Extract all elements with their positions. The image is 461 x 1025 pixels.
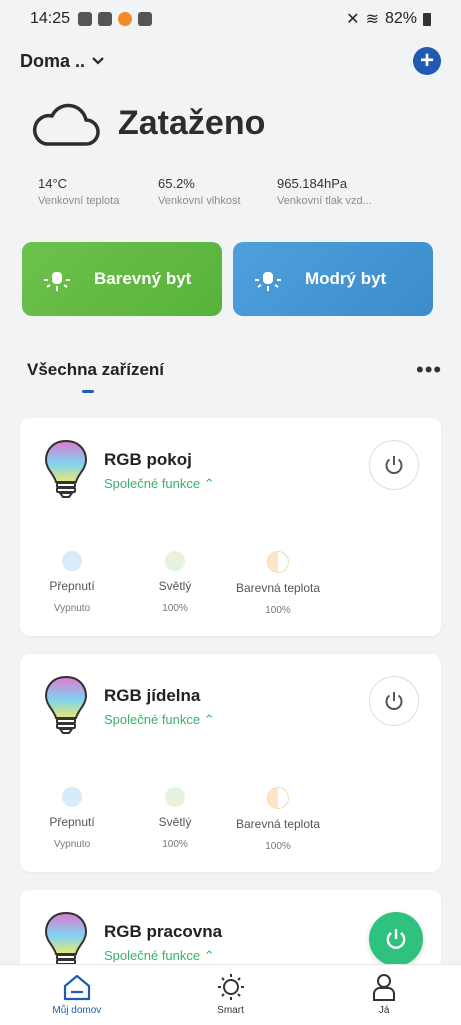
common-functions-toggle[interactable]: Společné funkce ⌃ <box>104 948 215 964</box>
home-name: Doma .. <box>20 50 86 71</box>
outdoor-temperature: 14°C Venkovní teplota <box>38 176 119 207</box>
device-card-rgb-pokoj[interactable]: RGB pokoj Společné funkce ⌃ Přepnutí Vyp… <box>20 418 441 636</box>
temperature-label: Venkovní teplota <box>38 195 120 207</box>
metric-brightness[interactable]: Světlý 100% <box>130 551 220 614</box>
app-icon <box>118 12 133 26</box>
device-name: RGB pokoj <box>104 450 192 469</box>
battery-icon <box>423 12 431 26</box>
chevron-up-icon: ⌃ <box>203 476 215 491</box>
lamp-icon <box>44 272 70 291</box>
pressure-label: Venkovní tlak vzd... <box>277 195 372 207</box>
metric-value: 100% <box>265 605 291 616</box>
chevron-down-icon <box>92 57 104 65</box>
bottom-navigation: Můj domov Smart Já <box>0 964 461 1025</box>
mail-icon <box>98 12 113 26</box>
metric-color-temperature[interactable]: Barevná teplota 100% <box>232 551 324 616</box>
metric-name: Barevná teplota <box>235 581 321 595</box>
scene-barevny-byt[interactable]: Barevný byt <box>22 242 222 316</box>
humidity-value: 65.2% <box>158 176 195 191</box>
plus-icon: + <box>419 47 434 74</box>
metric-name: Světlý <box>158 579 192 593</box>
device-card-rgb-jidelna[interactable]: RGB jídelna Společné funkce ⌃ Přepnutí V… <box>20 654 441 872</box>
common-functions-toggle[interactable]: Společné funkce ⌃ <box>104 712 215 728</box>
rgb-bulb-icon <box>44 911 88 965</box>
common-functions-toggle[interactable]: Společné funkce ⌃ <box>104 476 215 492</box>
metric-value: 100% <box>162 839 188 850</box>
mute-icon: ✕ <box>346 11 360 28</box>
tab-indicator <box>82 390 94 393</box>
switch-icon <box>62 551 82 571</box>
power-button[interactable] <box>369 676 419 726</box>
metric-value: 100% <box>162 603 188 614</box>
metric-value: Vypnuto <box>53 839 91 850</box>
metric-switch[interactable]: Přepnutí Vypnuto <box>27 551 117 614</box>
rgb-bulb-icon <box>44 675 88 734</box>
pressure-value: 965.184hPa <box>277 176 348 191</box>
home-icon <box>63 974 90 1001</box>
status-bar: 14:25 ✕ ≋ 82% <box>0 0 461 38</box>
more-options-icon[interactable]: ••• <box>416 359 442 381</box>
metric-name: Světlý <box>158 815 192 829</box>
common-functions-label: Společné funkce <box>104 712 201 727</box>
rgb-bulb-icon <box>44 439 88 498</box>
power-icon <box>386 929 406 949</box>
metric-brightness[interactable]: Světlý 100% <box>130 787 220 850</box>
device-name: RGB jídelna <box>104 686 201 705</box>
color-temperature-icon <box>267 787 289 809</box>
cloud-icon <box>33 103 100 146</box>
switch-icon <box>62 787 82 807</box>
outdoor-pressure: 965.184hPa Venkovní tlak vzd... <box>277 176 372 207</box>
common-functions-label: Společné funkce <box>104 948 201 963</box>
nav-smart[interactable]: Smart <box>154 965 308 1025</box>
metric-value: 100% <box>265 841 291 852</box>
floating-power-button[interactable] <box>369 912 423 966</box>
status-time: 14:25 <box>30 10 71 27</box>
add-button[interactable]: + <box>413 47 441 75</box>
lamp-icon <box>255 272 281 291</box>
metric-name: Přepnutí <box>49 815 95 829</box>
chevron-up-icon: ⌃ <box>203 712 215 727</box>
device-name: RGB pracovna <box>104 922 223 941</box>
power-icon <box>385 456 403 474</box>
power-button[interactable] <box>369 440 419 490</box>
weather-panel: Zataženo 14°C Venkovní teplota 65.2% Ven… <box>0 84 461 224</box>
common-functions-label: Společné funkce <box>104 476 201 491</box>
metric-name: Barevná teplota <box>235 817 321 831</box>
scene-modry-byt[interactable]: Modrý byt <box>233 242 433 316</box>
nav-label: Můj domov <box>52 1005 102 1016</box>
sun-icon <box>217 974 244 1000</box>
weather-condition: Zataženo <box>118 104 266 142</box>
brightness-icon <box>165 551 185 571</box>
metric-value: Vypnuto <box>53 603 91 614</box>
image-icon <box>138 12 153 26</box>
battery-percent: 82% <box>384 10 417 27</box>
brightness-icon <box>165 787 185 807</box>
person-icon <box>373 974 396 1001</box>
nav-label: Já <box>378 1005 390 1016</box>
notification-icons <box>78 12 153 26</box>
power-icon <box>385 692 403 710</box>
wifi-icon: ≋ <box>365 11 379 28</box>
top-bar: Doma .. + <box>0 38 461 84</box>
color-temperature-icon <box>267 551 289 573</box>
nav-label: Smart <box>217 1005 244 1016</box>
metric-name: Přepnutí <box>49 579 95 593</box>
chevron-up-icon: ⌃ <box>203 948 215 963</box>
scene-label: Barevný byt <box>94 269 192 288</box>
tab-all-devices[interactable]: Všechna zařízení <box>27 360 164 380</box>
humidity-label: Venkovní vlhkost <box>158 195 241 207</box>
metric-switch[interactable]: Přepnutí Vypnuto <box>27 787 117 850</box>
nav-my-home[interactable]: Můj domov <box>0 965 154 1025</box>
home-selector[interactable]: Doma .. <box>20 51 105 72</box>
metric-color-temperature[interactable]: Barevná teplota 100% <box>232 787 324 852</box>
app-notification-icon <box>78 12 93 26</box>
outdoor-humidity: 65.2% Venkovní vlhkost <box>158 176 241 207</box>
scene-label: Modrý byt <box>305 269 387 288</box>
temperature-value: 14°C <box>38 176 68 191</box>
nav-me[interactable]: Já <box>307 965 461 1025</box>
